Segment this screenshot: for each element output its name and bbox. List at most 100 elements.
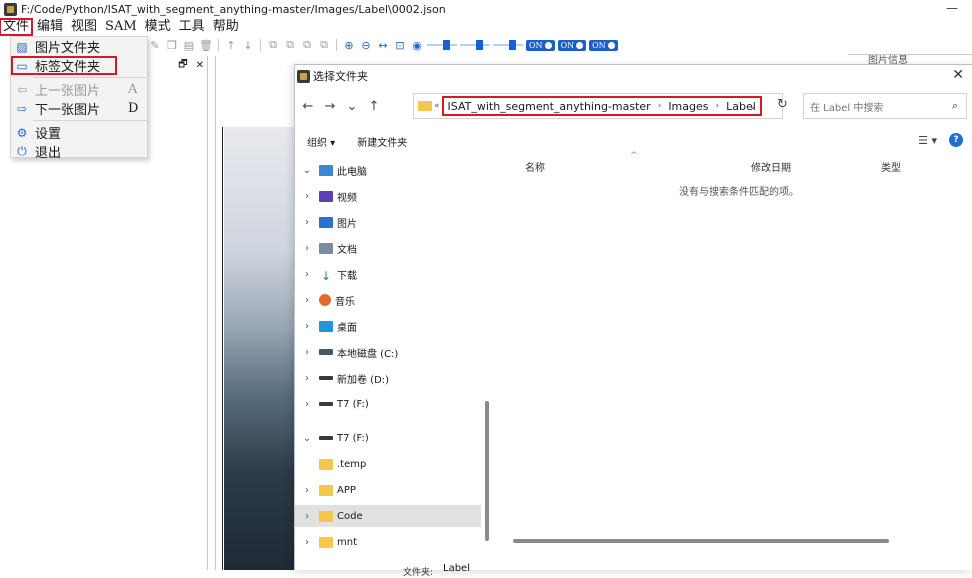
menu-file[interactable]: 文件: [0, 18, 34, 36]
eye-icon[interactable]: ◉: [410, 38, 424, 52]
chevron-right-icon: ›: [657, 101, 662, 111]
chevron-right-icon[interactable]: ›: [301, 217, 313, 228]
menu-sam[interactable]: SAM: [102, 19, 140, 35]
column-header-date[interactable]: 修改日期: [751, 159, 791, 174]
help-icon[interactable]: ?: [949, 133, 963, 147]
chevron-right-icon[interactable]: ›: [301, 485, 313, 496]
move-up-icon[interactable]: ↑: [224, 38, 238, 52]
chevron-right-icon[interactable]: ›: [301, 399, 313, 410]
tree-item-app[interactable]: › APP: [295, 479, 481, 501]
chevron-down-icon[interactable]: ⌄: [301, 165, 313, 176]
organize-button[interactable]: 组织 ▾: [307, 134, 335, 149]
move-down-icon[interactable]: ↓: [241, 38, 255, 52]
fit-width-icon[interactable]: ↔: [376, 38, 390, 52]
fit-window-icon[interactable]: ⊡: [393, 38, 407, 52]
paste-layer-icon[interactable]: ⧉: [283, 38, 297, 52]
breadcrumb-item[interactable]: Images: [668, 100, 708, 113]
tree-item-this-pc[interactable]: ⌄ 此电脑: [295, 159, 481, 181]
menu-edit[interactable]: 编辑: [34, 19, 66, 35]
chevron-right-icon[interactable]: ›: [301, 191, 313, 202]
zoom-in-icon[interactable]: ⊕: [342, 38, 356, 52]
pen-icon[interactable]: ✎: [148, 38, 162, 52]
chevron-right-icon[interactable]: ›: [301, 243, 313, 254]
toggle-3[interactable]: ON: [589, 39, 618, 51]
video-icon: [319, 190, 333, 202]
menu-help[interactable]: 帮助: [210, 19, 242, 35]
chevron-right-icon[interactable]: ›: [301, 321, 313, 332]
column-header-name[interactable]: 名称: [525, 159, 545, 174]
mask-slider[interactable]: [460, 40, 490, 50]
dock-close-icon[interactable]: ✕: [196, 60, 204, 71]
menu-divider: [33, 77, 147, 78]
tree-item-music[interactable]: › 音乐: [295, 289, 481, 311]
column-header-type[interactable]: 类型: [881, 159, 901, 174]
tree-item-documents[interactable]: › 文档: [295, 237, 481, 259]
up-arrow-icon[interactable]: ↑: [365, 99, 383, 114]
breadcrumb: ISAT_with_segment_anything-master › Imag…: [441, 96, 762, 116]
tree-item-mnt[interactable]: › mnt: [295, 531, 481, 553]
tree-item-temp[interactable]: .temp: [295, 453, 481, 475]
menu-item-settings[interactable]: ⚙ 设置: [11, 123, 147, 143]
chevron-right-icon[interactable]: ›: [301, 347, 313, 358]
toggle-2[interactable]: ON: [557, 39, 587, 51]
tree-label: 文档: [337, 244, 357, 256]
menu-item-label: 设置: [35, 127, 62, 142]
chevron-right-icon[interactable]: ›: [301, 537, 313, 548]
chevron-right-icon[interactable]: ›: [301, 511, 313, 522]
menu-item-exit[interactable]: ⏻ 退出: [11, 142, 147, 161]
tree-label: 桌面: [337, 322, 357, 334]
tree-item-videos[interactable]: › 视频: [295, 185, 481, 207]
chevron-right-icon[interactable]: ›: [301, 295, 313, 306]
address-bar[interactable]: « ISAT_with_segment_anything-master › Im…: [413, 93, 783, 119]
zoom-out-icon[interactable]: ⊖: [359, 38, 373, 52]
copy-icon[interactable]: ❐: [165, 38, 179, 52]
chevron-down-icon[interactable]: ⌄: [748, 99, 757, 112]
opacity-slider[interactable]: [427, 40, 457, 50]
minimize-button[interactable]: —: [946, 1, 958, 15]
chevron-right-icon[interactable]: ›: [301, 373, 313, 384]
power-icon: ⏻: [17, 144, 27, 158]
tree-item-code[interactable]: › Code: [295, 505, 481, 527]
horizontal-scrollbar[interactable]: [513, 539, 889, 543]
tree-item-pictures[interactable]: › 图片: [295, 211, 481, 233]
menu-view[interactable]: 视图: [68, 19, 100, 35]
toggle-1[interactable]: ON: [526, 39, 555, 51]
save-icon[interactable]: ▤: [182, 38, 196, 52]
delete-icon[interactable]: 🗑︎: [199, 38, 213, 52]
search-input[interactable]: 在 Label 中搜索 ⌕: [803, 93, 967, 119]
menu-item-image-folder[interactable]: ▨ 图片文件夹: [11, 37, 147, 57]
breadcrumb-separator: «: [434, 101, 440, 111]
tree-label: .temp: [337, 458, 367, 470]
duplicate-layer-icon[interactable]: ⧉: [317, 38, 331, 52]
new-folder-button[interactable]: 新建文件夹: [357, 134, 407, 149]
folder-icon: [418, 101, 432, 111]
back-arrow-icon[interactable]: ←: [299, 99, 317, 114]
breadcrumb-item[interactable]: ISAT_with_segment_anything-master: [448, 100, 651, 113]
sort-ascending-icon: ^: [630, 151, 638, 161]
tree-item-t7-collapsed[interactable]: › T7 (F:): [295, 393, 481, 415]
tree-item-desktop[interactable]: › 桌面: [295, 315, 481, 337]
menu-tools[interactable]: 工具: [176, 19, 208, 35]
navpane-scrollbar[interactable]: [485, 401, 489, 541]
chevron-down-icon[interactable]: ⌄: [301, 433, 313, 444]
folder-name-input[interactable]: Label: [443, 563, 470, 574]
tree-item-t7-expanded[interactable]: ⌄ T7 (F:): [295, 427, 481, 449]
brightness-slider[interactable]: [493, 40, 523, 50]
chevron-right-icon[interactable]: ›: [301, 269, 313, 280]
cut-layer-icon[interactable]: ⧉: [300, 38, 314, 52]
copy-layer-icon[interactable]: ⧉: [266, 38, 280, 52]
menu-item-next-image[interactable]: ⇨ 下一张图片 D: [11, 99, 147, 118]
refresh-icon[interactable]: ↻: [777, 97, 788, 112]
view-options-icon[interactable]: ☰ ▾: [918, 134, 937, 147]
dialog-close-button[interactable]: ✕: [952, 67, 964, 83]
dock-float-icon[interactable]: 🗗︎: [178, 57, 187, 74]
menu-item-label-folder[interactable]: ▭ 标签文件夹: [11, 56, 117, 75]
menu-item-prev-image[interactable]: ⇦ 上一张图片 A: [11, 80, 147, 99]
tree-item-disk-d[interactable]: › 新加卷 (D:): [295, 367, 481, 389]
menu-mode[interactable]: 模式: [142, 19, 174, 35]
tree-item-downloads[interactable]: › ↓ 下载: [295, 263, 481, 285]
forward-arrow-icon[interactable]: →: [321, 99, 339, 114]
tree-item-disk-c[interactable]: › 本地磁盘 (C:): [295, 341, 481, 363]
drive-icon: [319, 402, 333, 406]
recent-dropdown-icon[interactable]: ⌄: [343, 99, 361, 114]
